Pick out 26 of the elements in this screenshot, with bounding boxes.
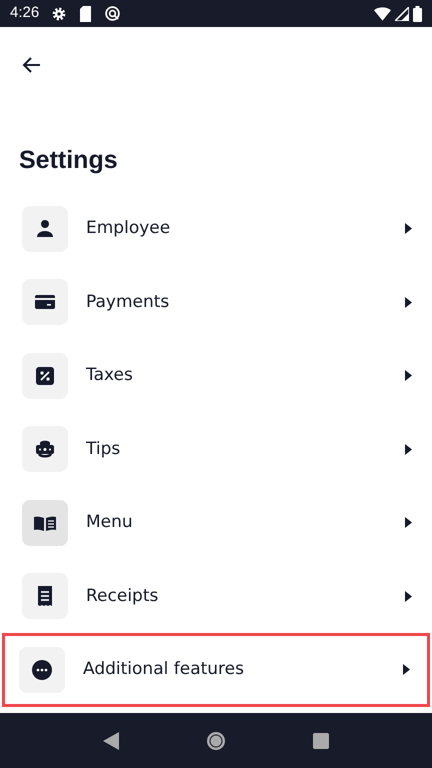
- caret-icon: [405, 444, 412, 455]
- more-icon: [30, 658, 54, 682]
- caret-icon: [405, 296, 412, 308]
- cell-signal-icon: [395, 6, 409, 20]
- settings-item[interactable]: Receipts: [0, 560, 432, 633]
- settings-item[interactable]: Payments: [0, 266, 432, 339]
- caret-icon: [405, 590, 412, 602]
- recents-nav-icon[interactable]: [312, 732, 329, 748]
- caret-icon: [403, 664, 410, 676]
- gear-icon: [51, 6, 68, 22]
- back-nav-icon[interactable]: [103, 732, 120, 750]
- home-nav-icon[interactable]: [206, 730, 226, 750]
- battery-icon: [413, 6, 422, 22]
- sd-card-icon: [79, 6, 92, 22]
- status-time: 4:26: [10, 3, 40, 24]
- caret-icon: [405, 223, 412, 234]
- settings-item[interactable]: Tips: [0, 412, 432, 486]
- at-sign-icon: [104, 5, 122, 22]
- settings-item[interactable]: Employee: [0, 192, 432, 266]
- caret-icon: [405, 370, 412, 382]
- page-title: Settings: [19, 145, 119, 176]
- settings-item[interactable]: Menu: [0, 486, 432, 560]
- settings-item[interactable]: Taxes: [0, 339, 432, 412]
- settings-item[interactable]: Additional features: [2, 633, 430, 706]
- caret-icon: [405, 517, 412, 528]
- wifi-icon: [374, 6, 391, 20]
